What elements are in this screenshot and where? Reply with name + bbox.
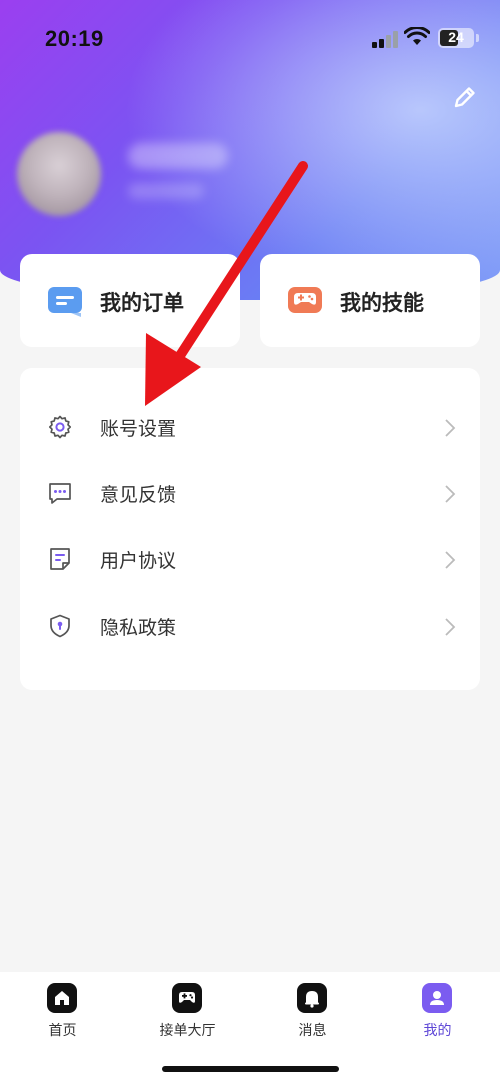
tab-label: 消息: [298, 1022, 327, 1038]
tab-messages[interactable]: 消息: [250, 972, 375, 1052]
menu-item-label: 意见反馈: [100, 485, 177, 506]
status-time: 20:19: [45, 26, 104, 51]
person-icon: [422, 983, 452, 1013]
menu-item-label: 用户协议: [100, 551, 177, 572]
chevron-right-icon: [445, 618, 456, 636]
settings-menu: 账号设置 意见反馈 用户协议 隐私政策: [20, 368, 480, 690]
my-skills-card[interactable]: 我的技能: [260, 254, 480, 347]
menu-item-user-agreement[interactable]: 用户协议: [20, 530, 480, 590]
tab-label: 我的: [423, 1022, 452, 1038]
battery-icon: 24: [438, 28, 474, 48]
my-orders-card[interactable]: 我的订单: [20, 254, 240, 347]
username-blurred: [128, 143, 228, 169]
status-bar: 20:19 24: [0, 0, 500, 80]
edit-pencil-icon[interactable]: [450, 82, 480, 112]
user-subtitle-blurred: [128, 183, 204, 199]
chevron-right-icon: [445, 485, 456, 503]
avatar[interactable]: [17, 132, 101, 216]
tab-label: 接单大厅: [159, 1022, 216, 1038]
tab-mine[interactable]: 我的: [375, 972, 500, 1052]
chevron-right-icon: [445, 419, 456, 437]
tab-home[interactable]: 首页: [0, 972, 125, 1052]
menu-item-feedback[interactable]: 意见反馈: [20, 464, 480, 524]
menu-item-label: 账号设置: [100, 419, 177, 440]
chevron-right-icon: [445, 551, 456, 569]
shield-icon: [50, 614, 70, 638]
my-orders-label: 我的订单: [100, 292, 184, 315]
menu-item-label: 隐私政策: [100, 618, 177, 639]
signal-icon: [372, 30, 400, 48]
home-indicator: [162, 1066, 339, 1072]
chat-bubble-icon: [49, 483, 71, 504]
my-skills-label: 我的技能: [340, 292, 424, 315]
document-icon: [50, 548, 70, 570]
menu-item-account-settings[interactable]: 账号设置: [20, 398, 480, 458]
order-list-icon: [48, 287, 82, 317]
menu-item-privacy-policy[interactable]: 隐私政策: [20, 597, 480, 657]
battery-level: 24: [448, 29, 464, 45]
gear-icon: [48, 415, 72, 439]
wifi-icon: [404, 27, 430, 45]
tab-label: 首页: [48, 1022, 77, 1038]
gamepad-icon: [172, 983, 202, 1013]
tab-order-hall[interactable]: 接单大厅: [125, 972, 250, 1052]
bell-icon: [297, 983, 327, 1013]
battery-tip: [476, 34, 479, 42]
gamepad-icon: [288, 287, 322, 313]
home-icon: [47, 983, 77, 1013]
